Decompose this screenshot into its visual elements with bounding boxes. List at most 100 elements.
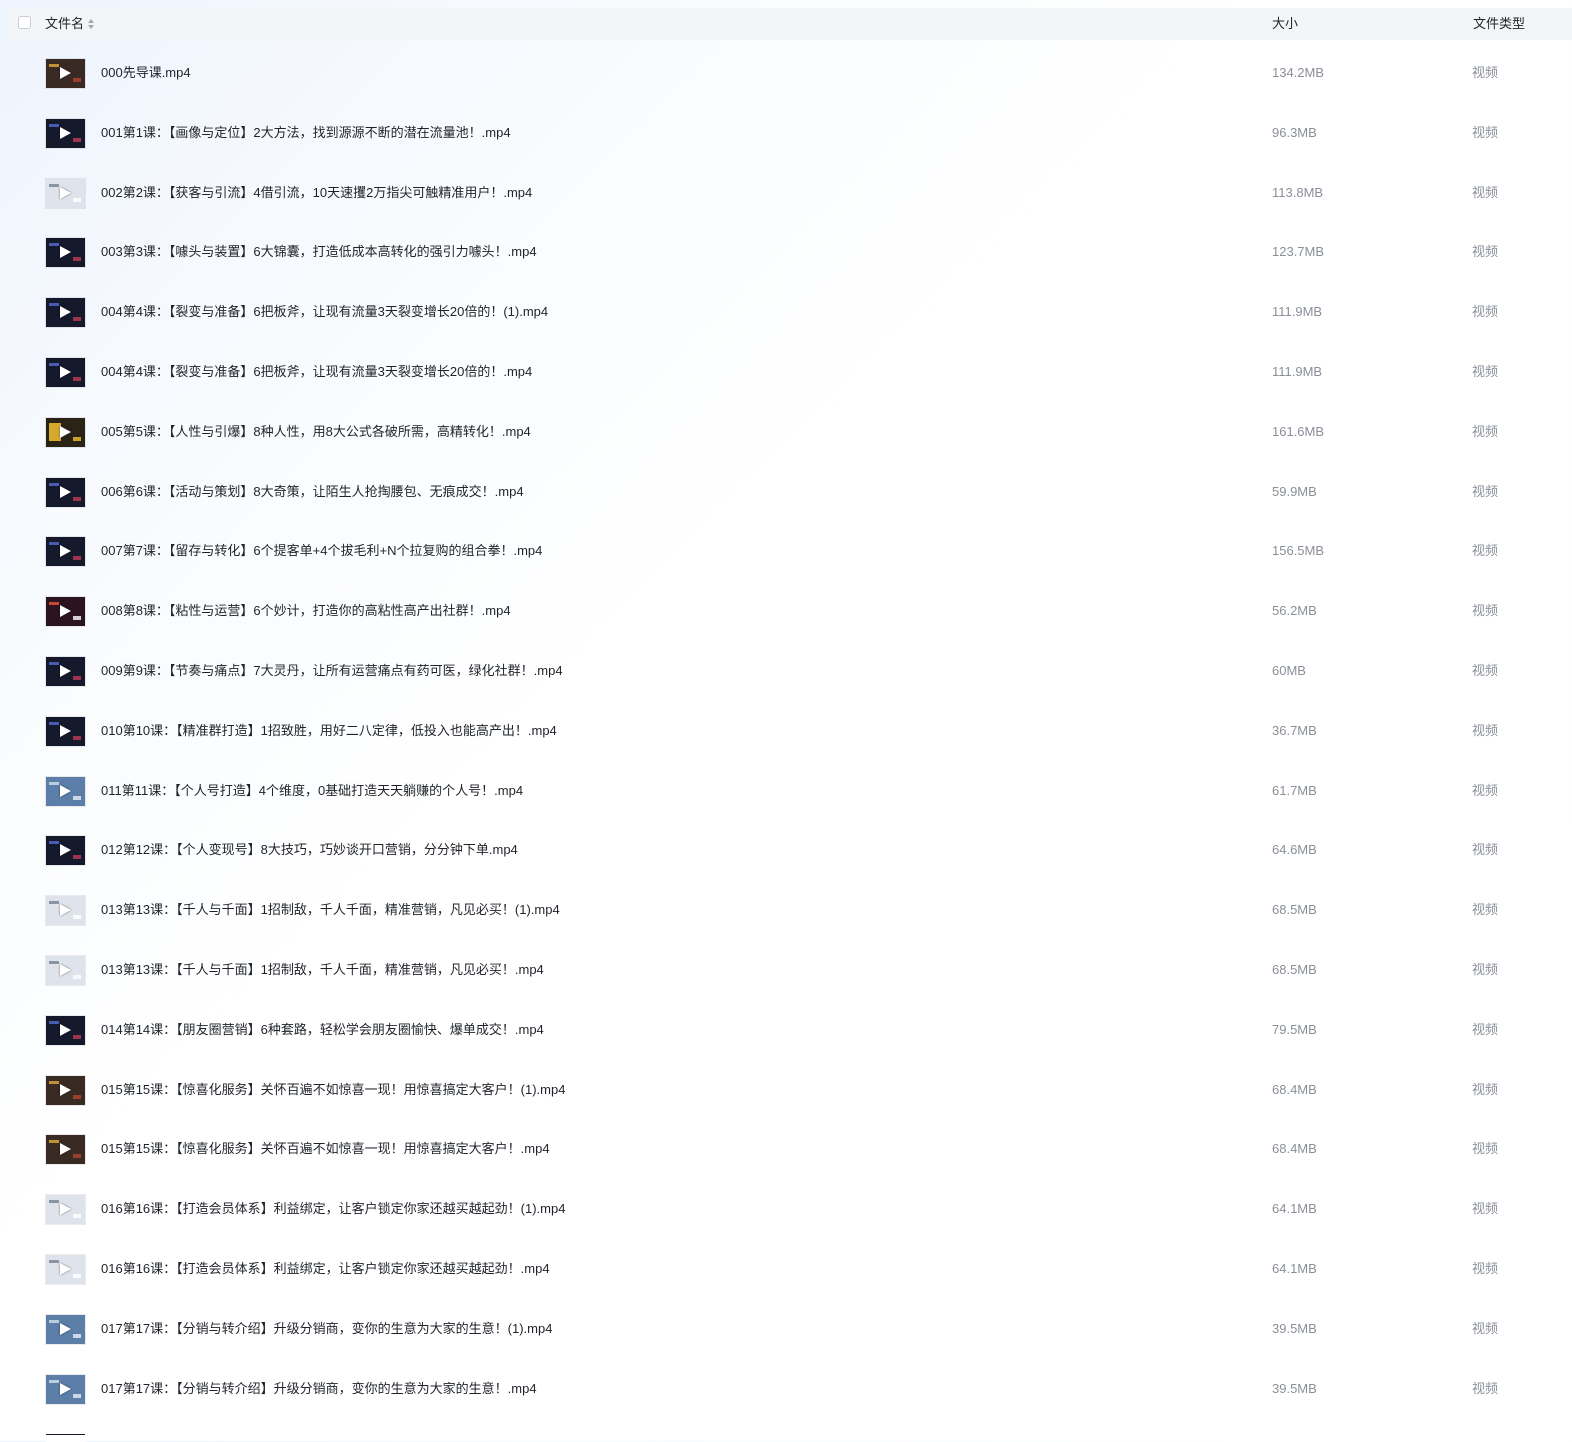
- play-icon: [60, 67, 71, 79]
- file-type: 视频: [1472, 902, 1499, 918]
- file-row[interactable]: 003第3课：【噱头与装置】6大锦囊，打造低成本高转化的强引力噱头！.mp4 12…: [0, 222, 1572, 282]
- file-name[interactable]: 010第10课：【精准群打造】1招致胜，用好二八定律，低投入也能高产出！.mp4: [101, 723, 557, 739]
- file-row[interactable]: 017第17课：【分销与转介绍】升级分销商，变你的生意为大家的生意！.mp4 39…: [0, 1359, 1572, 1419]
- file-size: 123.7MB: [1272, 244, 1325, 260]
- column-header-size[interactable]: 大小: [1272, 16, 1298, 32]
- play-icon: [60, 605, 71, 618]
- thumbnail-decoration: [49, 482, 59, 486]
- video-thumbnail-icon[interactable]: [46, 716, 85, 746]
- file-name[interactable]: 012第12课：【个人变现号】8大技巧，巧妙谈开口营销，分分钟下单.mp4: [101, 842, 518, 858]
- thumbnail-decoration: [49, 64, 59, 67]
- video-thumbnail-icon[interactable]: [46, 417, 85, 447]
- file-name[interactable]: 017第17课：【分销与转介绍】升级分销商，变你的生意为大家的生意！(1).mp…: [101, 1321, 552, 1337]
- file-row[interactable]: 011第11课：【个人号打造】4个维度，0基础打造天天躺赚的个人号！.mp4 61…: [0, 761, 1572, 821]
- file-name[interactable]: 007第7课：【留存与转化】6个提客单+4个拔毛利+N个拉复购的组合拳！.mp4: [101, 543, 542, 559]
- file-row[interactable]: 004第4课：【裂变与准备】6把板斧，让现有流量3天裂变增长20倍的！.mp4 1…: [0, 342, 1572, 402]
- file-row[interactable]: 008第8课：【粘性与运营】6个妙计，打造你的高粘性高产出社群！.mp4 56.2…: [0, 581, 1572, 641]
- video-thumbnail-icon[interactable]: [46, 1135, 85, 1165]
- video-thumbnail-icon[interactable]: [46, 657, 85, 686]
- video-thumbnail-icon[interactable]: [46, 59, 85, 88]
- file-row[interactable]: 001第1课：【画像与定位】2大方法，找到源源不断的潜在流量池！.mp4 96.3…: [0, 103, 1572, 163]
- thumbnail-decoration: [73, 616, 81, 621]
- file-name[interactable]: 001第1课：【画像与定位】2大方法，找到源源不断的潜在流量池！.mp4: [101, 125, 511, 141]
- video-thumbnail-icon[interactable]: [46, 1015, 85, 1045]
- file-size: 161.6MB: [1272, 423, 1325, 439]
- file-row[interactable]: 013第13课：【千人与千面】1招制敌，千人千面，精准营销，凡见必买！(1).m…: [0, 880, 1572, 940]
- file-name[interactable]: 017第17课：【分销与转介绍】升级分销商，变你的生意为大家的生意！.mp4: [101, 1381, 537, 1397]
- file-name[interactable]: 013第13课：【千人与千面】1招制敌，千人千面，精准营销，凡见必买！.mp4: [101, 962, 544, 978]
- video-thumbnail-icon[interactable]: [46, 896, 85, 926]
- video-thumbnail-icon[interactable]: [46, 1195, 85, 1225]
- video-thumbnail-icon[interactable]: [46, 1314, 85, 1344]
- file-name[interactable]: 006第6课：【活动与策划】8大奇策，让陌生人抢掏腰包、无痕成交！.mp4: [101, 484, 524, 500]
- video-thumbnail-icon[interactable]: [46, 358, 85, 387]
- file-row[interactable]: 007第7课：【留存与转化】6个提客单+4个拔毛利+N个拉复购的组合拳！.mp4…: [0, 521, 1572, 581]
- file-row[interactable]: 017第17课：【分销与转介绍】升级分销商，变你的生意为大家的生意！(1).mp…: [0, 1299, 1572, 1359]
- play-icon: [60, 126, 71, 139]
- file-row[interactable]: 014第14课：【朋友圈营销】6种套路，轻松学会朋友圈愉快、爆单成交！.mp4 7…: [0, 1000, 1572, 1060]
- video-thumbnail-icon[interactable]: [46, 238, 85, 268]
- file-row[interactable]: 004第4课：【裂变与准备】6把板斧，让现有流量3天裂变增长20倍的！(1).m…: [0, 282, 1572, 342]
- thumbnail-decoration: [49, 123, 59, 127]
- video-thumbnail-icon[interactable]: [46, 836, 85, 866]
- file-type: 视频: [1472, 244, 1499, 260]
- file-name[interactable]: 008第8课：【粘性与运营】6个妙计，打造你的高粘性高产出社群！.mp4: [101, 603, 511, 619]
- file-row[interactable]: 005第5课：【人性与引爆】8种人性，用8大公式各破所需，高精转化！.mp4 16…: [0, 402, 1572, 462]
- file-row[interactable]: 010第10课：【精准群打造】1招致胜，用好二八定律，低投入也能高产出！.mp4…: [0, 701, 1572, 761]
- file-name[interactable]: 016第16课：【打造会员体系】利益绑定，让客户锁定你家还越买越起劲！(1).m…: [101, 1201, 565, 1217]
- file-row[interactable]: 013第13课：【千人与千面】1招制敌，千人千面，精准营销，凡见必买！.mp4 6…: [0, 940, 1572, 1000]
- file-name[interactable]: 003第3课：【噱头与装置】6大锦囊，打造低成本高转化的强引力噱头！.mp4: [101, 244, 537, 260]
- file-type: 视频: [1472, 364, 1499, 379]
- file-row[interactable]: 016第16课：【打造会员体系】利益绑定，让客户锁定你家还越买越起劲！(1).m…: [0, 1179, 1572, 1239]
- file-name[interactable]: 011第11课：【个人号打造】4个维度，0基础打造天天躺赚的个人号！.mp4: [101, 783, 523, 799]
- thumbnail-decoration: [49, 961, 59, 964]
- file-row[interactable]: 009第9课：【节奏与痛点】7大灵丹，让所有运营痛点有药可医，绿化社群！.mp4…: [0, 641, 1572, 701]
- file-row[interactable]: 006第6课：【活动与策划】8大奇策，让陌生人抢掏腰包、无痕成交！.mp4 59.…: [0, 462, 1572, 522]
- video-thumbnail-icon[interactable]: [46, 776, 85, 806]
- select-all-checkbox[interactable]: [18, 16, 31, 29]
- file-row[interactable]: 000先导课.mp4 134.2MB 视频: [0, 43, 1572, 103]
- file-name[interactable]: 005第5课：【人性与引爆】8种人性，用8大公式各破所需，高精转化！.mp4: [101, 424, 531, 440]
- video-thumbnail-icon[interactable]: [46, 597, 85, 627]
- file-row[interactable]: 015第15课：【惊喜化服务】关怀百遍不如惊喜一现！用惊喜搞定大客户！(1).m…: [0, 1060, 1572, 1120]
- file-name[interactable]: 013第13课：【千人与千面】1招制敌，千人千面，精准营销，凡见必买！(1).m…: [101, 902, 560, 918]
- column-header-name[interactable]: 文件名: [45, 16, 95, 32]
- file-name[interactable]: 015第15课：【惊喜化服务】关怀百遍不如惊喜一现！用惊喜搞定大客户！(1).m…: [101, 1082, 565, 1098]
- column-header-type[interactable]: 文件类型: [1473, 16, 1525, 32]
- file-size: 79.5MB: [1272, 1021, 1317, 1037]
- file-name[interactable]: 000先导课.mp4: [101, 65, 191, 81]
- thumbnail-decoration: [49, 662, 59, 665]
- file-name[interactable]: 009第9课：【节奏与痛点】7大灵丹，让所有运营痛点有药可医，绿化社群！.mp4: [101, 663, 563, 679]
- video-thumbnail-icon[interactable]: [46, 537, 85, 567]
- file-name[interactable]: 002第2课：【获客与引流】4借引流，10天速攫2万指尖可触精准用户！.mp4: [101, 185, 532, 201]
- file-row[interactable]: 015第15课：【惊喜化服务】关怀百遍不如惊喜一现！用惊喜搞定大客户！.mp4 6…: [0, 1119, 1572, 1179]
- thumbnail-decoration: [73, 735, 81, 740]
- sort-icon[interactable]: [88, 19, 95, 29]
- file-row[interactable]: 012第12课：【个人变现号】8大技巧，巧妙谈开口营销，分分钟下单.mp4 64.…: [0, 820, 1572, 880]
- file-name[interactable]: 004第4课：【裂变与准备】6把板斧，让现有流量3天裂变增长20倍的！.mp4: [101, 364, 532, 380]
- video-thumbnail-icon[interactable]: [46, 1255, 85, 1284]
- file-name[interactable]: 015第15课：【惊喜化服务】关怀百遍不如惊喜一现！用惊喜搞定大客户！.mp4: [101, 1141, 550, 1157]
- thumbnail-decoration: [73, 855, 81, 860]
- video-thumbnail-icon[interactable]: [46, 1075, 85, 1105]
- file-type: 视频: [1472, 1141, 1499, 1157]
- thumbnail-decoration: [73, 377, 81, 381]
- thumbnail-decoration: [49, 602, 59, 606]
- video-thumbnail-icon[interactable]: [46, 298, 85, 328]
- file-size: 156.5MB: [1272, 543, 1325, 559]
- play-icon: [60, 784, 71, 797]
- video-thumbnail-icon[interactable]: [46, 477, 85, 507]
- file-row[interactable]: 002第2课：【获客与引流】4借引流，10天速攫2万指尖可触精准用户！.mp4 1…: [0, 163, 1572, 223]
- file-row[interactable]: 016第16课：【打造会员体系】利益绑定，让客户锁定你家还越买越起劲！.mp4 6…: [0, 1239, 1572, 1299]
- file-name[interactable]: 014第14课：【朋友圈营销】6种套路，轻松学会朋友圈愉快、爆单成交！.mp4: [101, 1022, 544, 1038]
- video-thumbnail-icon[interactable]: [46, 178, 85, 208]
- video-thumbnail-icon[interactable]: [46, 956, 85, 985]
- play-icon: [60, 964, 71, 976]
- thumbnail-decoration: [73, 137, 81, 142]
- video-thumbnail-icon[interactable]: [46, 1374, 85, 1404]
- video-thumbnail-icon[interactable]: [46, 118, 85, 148]
- file-name[interactable]: 016第16课：【打造会员体系】利益绑定，让客户锁定你家还越买越起劲！.mp4: [101, 1261, 550, 1277]
- file-size: 64.1MB: [1272, 1261, 1317, 1276]
- file-name[interactable]: 004第4课：【裂变与准备】6把板斧，让现有流量3天裂变增长20倍的！(1).m…: [101, 304, 548, 320]
- file-size: 39.5MB: [1272, 1380, 1317, 1396]
